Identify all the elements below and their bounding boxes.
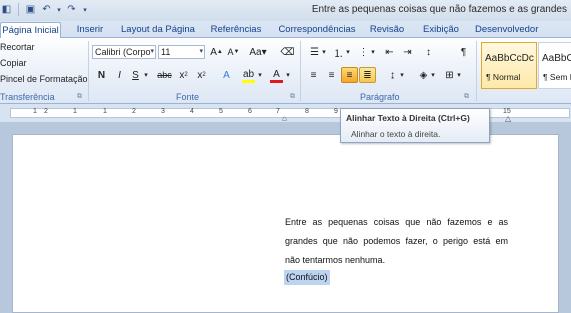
justify-icon[interactable]: ≣ bbox=[359, 67, 376, 83]
font-color-swatch bbox=[270, 80, 283, 83]
align-right-tooltip: Alinhar Texto à Direita (Ctrl+G) Alinhar… bbox=[340, 108, 490, 143]
strikethrough-icon[interactable]: abc bbox=[156, 67, 173, 83]
format-painter-button[interactable]: Pincel de Formatação bbox=[0, 74, 88, 84]
ribbon-tabs: Página Inicial Inserir Layout da Página … bbox=[0, 21, 571, 39]
undo-dropdown-icon[interactable]: ▾ bbox=[56, 3, 62, 16]
font-group-label: Fonte bbox=[176, 92, 200, 102]
title-bar: ◧ ▣ ↶ ▾ ↷ ▾ Entre as pequenas coisas que… bbox=[0, 0, 571, 21]
separator bbox=[88, 41, 89, 101]
tab-pagina-inicial[interactable]: Página Inicial bbox=[0, 22, 61, 39]
ruler-number: 9 bbox=[334, 108, 338, 115]
chevron-down-icon[interactable]: ▾ bbox=[369, 44, 377, 60]
tab-correspondencias[interactable]: Correspondências bbox=[275, 22, 359, 38]
paragraph-launcher-icon[interactable]: ⧉ bbox=[464, 93, 469, 101]
chevron-down-icon[interactable]: ▾ bbox=[429, 67, 437, 83]
paragraph-group-label: Parágrafo bbox=[360, 92, 400, 102]
tab-referencias[interactable]: Referências bbox=[207, 22, 265, 38]
ruler-number: 2 bbox=[132, 108, 136, 115]
ruler-number: 1 bbox=[33, 108, 37, 115]
chevron-down-icon[interactable]: ▾ bbox=[398, 67, 406, 83]
chevron-down-icon[interactable]: ▾ bbox=[455, 67, 463, 83]
decrease-indent-icon[interactable]: ⇤ bbox=[381, 44, 398, 60]
attribution-selected[interactable]: (Confúcio) bbox=[284, 270, 330, 285]
ribbon: Recortar Copiar Pincel de Formatação Tra… bbox=[0, 38, 571, 104]
tooltip-title: Alinhar Texto à Direita (Ctrl+G) bbox=[346, 113, 470, 123]
chevron-down-icon[interactable]: ▾ bbox=[256, 67, 264, 83]
tab-revisao[interactable]: Revisão bbox=[368, 22, 406, 38]
change-case-icon[interactable]: Aa▾ bbox=[248, 44, 268, 60]
ruler-number: 2 bbox=[44, 108, 48, 115]
tooltip-description: Alinhar o texto à direita. bbox=[351, 129, 441, 139]
font-name-value: Calibri (Corpo bbox=[95, 47, 151, 57]
italic-icon[interactable]: I bbox=[111, 67, 128, 83]
chevron-down-icon[interactable]: ▾ bbox=[320, 44, 328, 60]
tab-desenvolvedor[interactable]: Desenvolvedor bbox=[475, 22, 538, 38]
tab-inserir[interactable]: Inserir bbox=[72, 22, 108, 38]
separator bbox=[476, 41, 477, 101]
sort-icon[interactable]: ↕ bbox=[420, 44, 437, 60]
chevron-down-icon[interactable]: ▾ bbox=[344, 44, 352, 60]
highlight-color-swatch bbox=[242, 80, 255, 83]
separator bbox=[18, 3, 19, 16]
clear-formatting-icon[interactable]: ⌫ bbox=[279, 44, 296, 60]
clipboard-launcher-icon[interactable]: ⧉ bbox=[77, 93, 82, 101]
align-right-icon[interactable]: ≡ bbox=[341, 67, 358, 83]
subscript-icon[interactable]: x2 bbox=[175, 67, 192, 83]
separator bbox=[300, 41, 301, 101]
style-sample: AaBbCcDc bbox=[485, 53, 534, 64]
font-launcher-icon[interactable]: ⧉ bbox=[290, 93, 295, 101]
ruler-number: 3 bbox=[161, 108, 165, 115]
ruler-number: 8 bbox=[305, 108, 309, 115]
copy-button[interactable]: Copiar bbox=[0, 58, 27, 68]
window-title: Entre as pequenas coisas que não fazemos… bbox=[311, 4, 567, 15]
shrink-font-icon[interactable]: A ▼ bbox=[225, 44, 242, 60]
tab-exibicao[interactable]: Exibição bbox=[419, 22, 463, 38]
paragraph-line: Entre as pequenas coisas que não fazemos… bbox=[285, 217, 508, 227]
quote-paragraph[interactable]: Entre as pequenas coisas que não fazemos… bbox=[285, 213, 508, 270]
chevron-down-icon: ▾ bbox=[199, 48, 203, 55]
redo-icon[interactable]: ↷ bbox=[65, 3, 78, 16]
style-normal[interactable]: AaBbCcDc ¶ Normal bbox=[481, 42, 537, 89]
style-sample: AaBbCcDc bbox=[542, 53, 571, 64]
grow-font-icon[interactable]: A ▲ bbox=[208, 44, 225, 60]
font-size-combo[interactable]: 11 ▾ bbox=[158, 45, 205, 59]
tab-layout-da-pagina[interactable]: Layout da Página bbox=[118, 22, 198, 38]
font-name-combo[interactable]: Calibri (Corpo ▾ bbox=[92, 45, 156, 59]
ruler-number: 6 bbox=[248, 108, 252, 115]
ruler-number: 1 bbox=[73, 108, 77, 115]
quick-access-toolbar: ◧ ▣ ↶ ▾ ↷ ▾ bbox=[0, 3, 89, 16]
superscript-icon[interactable]: x2 bbox=[193, 67, 210, 83]
paragraph-line: grandes que não podemos fazer, o perigo … bbox=[285, 236, 508, 246]
chevron-down-icon[interactable]: ▾ bbox=[142, 67, 150, 83]
undo-icon[interactable]: ↶ bbox=[40, 3, 53, 16]
ruler-number: 5 bbox=[219, 108, 223, 115]
customize-toolbar-icon[interactable]: ▾ bbox=[81, 3, 89, 16]
align-left-icon[interactable]: ≡ bbox=[305, 67, 322, 83]
ruler-number: 1 bbox=[103, 108, 107, 115]
cut-button[interactable]: Recortar bbox=[0, 42, 35, 52]
save-icon[interactable]: ▣ bbox=[24, 3, 37, 16]
text-effects-icon[interactable]: A bbox=[218, 67, 235, 83]
font-size-value: 11 bbox=[161, 47, 171, 57]
increase-indent-icon[interactable]: ⇥ bbox=[399, 44, 416, 60]
bold-icon[interactable]: N bbox=[93, 67, 110, 83]
chevron-down-icon[interactable]: ▾ bbox=[284, 67, 292, 83]
paragraph-line: não tentarmos nenhuma. bbox=[285, 255, 386, 265]
show-marks-icon[interactable]: ¶ bbox=[455, 44, 472, 60]
align-center-icon[interactable]: ≡ bbox=[323, 67, 340, 83]
style-sem-espacamento[interactable]: AaBbCcDc ¶ Sem E bbox=[538, 42, 571, 89]
style-name: ¶ Sem E bbox=[543, 72, 571, 82]
style-name: ¶ Normal bbox=[486, 72, 521, 82]
office-logo-icon[interactable]: ◧ bbox=[0, 3, 13, 16]
chevron-down-icon: ▾ bbox=[150, 48, 154, 55]
ruler-number: 4 bbox=[190, 108, 194, 115]
ruler-number: 7 bbox=[276, 108, 280, 115]
clipboard-group-label: Transferência bbox=[0, 92, 55, 102]
